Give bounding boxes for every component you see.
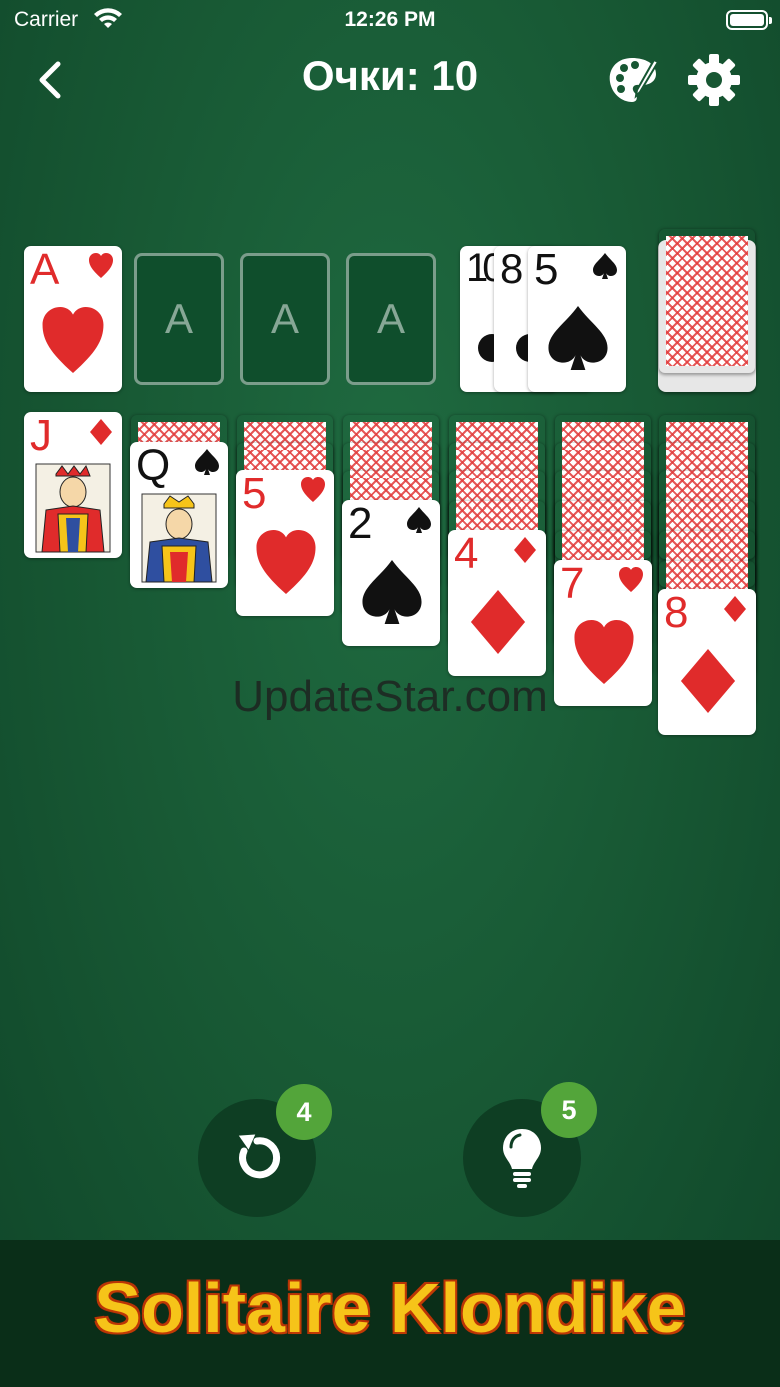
card-rank: Q	[136, 442, 171, 490]
queen-face-icon	[141, 493, 217, 583]
stock-pile[interactable]	[658, 228, 756, 374]
diamond-icon	[514, 537, 536, 563]
foundation-slot[interactable]: A	[134, 253, 224, 385]
heart-icon	[301, 477, 325, 502]
card-rank: 2	[348, 500, 373, 548]
card-rank: 5	[242, 470, 267, 518]
spade-icon	[407, 507, 431, 533]
tableau-top-card[interactable]: 2	[342, 500, 440, 646]
lightbulb-icon	[503, 1129, 541, 1188]
tableau-top-card[interactable]: J	[24, 412, 122, 558]
foundation-slot[interactable]: A	[240, 253, 330, 385]
tableau-top-card[interactable]: 5	[236, 470, 334, 616]
card-rank: 7	[560, 560, 585, 608]
palette-icon[interactable]	[606, 54, 660, 106]
card-rank: A	[30, 246, 60, 294]
watermark: UpdateStar.com	[232, 672, 548, 721]
spade-icon	[593, 253, 617, 279]
undo-icon	[238, 1134, 281, 1179]
card-rank: 8	[500, 246, 524, 292]
title-banner: Solitaire Klondike	[0, 1240, 780, 1387]
jack-face-icon	[35, 463, 111, 553]
diamond-icon	[724, 596, 746, 622]
undo-count-badge: 4	[276, 1084, 332, 1140]
back-button[interactable]	[32, 56, 76, 104]
waste-top-card[interactable]: 5	[528, 246, 626, 392]
hint-count-badge: 5	[541, 1082, 597, 1138]
card-rank: 4	[454, 530, 479, 578]
spade-icon	[195, 449, 219, 475]
game-title: Solitaire Klondike	[94, 1269, 686, 1347]
heart-icon	[619, 567, 643, 592]
battery-icon	[726, 10, 772, 30]
tableau-top-card[interactable]: Q	[130, 442, 228, 588]
heart-icon	[89, 253, 113, 278]
clock: 12:26 PM	[344, 8, 436, 31]
diamond-icon	[470, 590, 526, 654]
spade-icon	[362, 560, 422, 624]
heart-icon	[256, 530, 316, 594]
card-rank: J	[30, 412, 52, 460]
status-bar: Carrier 12:26 PM	[0, 0, 780, 40]
heart-icon	[42, 307, 104, 373]
foundation-slot[interactable]: A	[346, 253, 436, 385]
gear-icon[interactable]	[686, 52, 742, 108]
score-label: Очки: 10	[301, 52, 479, 99]
diamond-icon	[90, 419, 112, 445]
spade-icon	[548, 306, 608, 370]
card-rank: 5	[534, 246, 559, 294]
foundation-ace-of-hearts[interactable]: A	[24, 246, 122, 392]
card-rank: 8	[664, 589, 689, 637]
tableau-top-card[interactable]: 4	[448, 530, 546, 676]
